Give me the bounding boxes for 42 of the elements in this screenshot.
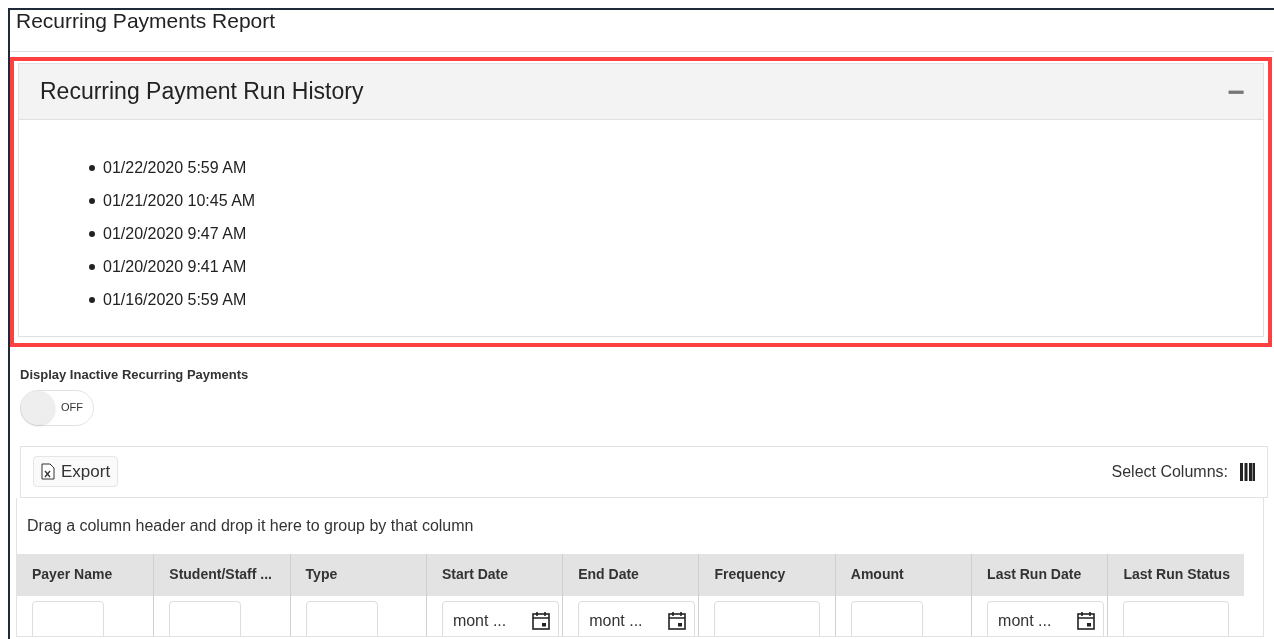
column-header[interactable]: End Date — [562, 553, 699, 596]
column-header[interactable]: Student/Staff ... — [153, 553, 290, 596]
collapse-icon[interactable]: − — [1227, 76, 1245, 107]
toggle-switch[interactable]: OFF — [20, 389, 94, 426]
calendar-icon[interactable] — [668, 611, 687, 630]
export-button[interactable]: Export — [33, 456, 119, 487]
filter-field[interactable] — [169, 600, 242, 636]
bullet-icon — [89, 296, 95, 303]
filter-field[interactable] — [850, 600, 923, 636]
date-filter-field[interactable]: mont ... — [441, 600, 559, 636]
columns-icon[interactable] — [1240, 462, 1255, 481]
column-header[interactable]: Frequency — [698, 553, 835, 596]
column-header[interactable]: Type — [289, 553, 426, 596]
panel-header[interactable]: Recurring Payment Run History − — [19, 64, 1263, 120]
filter-field[interactable] — [32, 600, 104, 636]
filter-field[interactable] — [1123, 600, 1230, 636]
bullet-icon — [89, 263, 95, 270]
column-header[interactable]: Amount — [834, 553, 972, 596]
column-header[interactable]: Last Run Status — [1107, 553, 1244, 596]
column-header[interactable]: Start Date — [425, 553, 563, 596]
run-timestamp: 01/16/2020 5:59 AM — [103, 289, 247, 310]
run-timestamp: 01/20/2020 9:47 AM — [103, 223, 247, 244]
group-hint: Drag a column header and drop it here to group by that column — [27, 515, 474, 536]
bullet-icon — [89, 197, 95, 204]
column-header[interactable]: Payer Name — [17, 553, 154, 596]
panel-title: Recurring Payment Run History — [40, 77, 364, 107]
select-columns-label: Select Columns: — [1111, 461, 1228, 482]
bullet-icon — [89, 230, 95, 237]
run-timestamp: 01/20/2020 9:41 AM — [103, 256, 247, 277]
calendar-icon[interactable] — [531, 611, 550, 630]
bullet-icon — [89, 164, 95, 171]
toggle-label: Display Inactive Recurring Payments — [20, 366, 250, 384]
date-filter-field[interactable]: mont ... — [987, 600, 1105, 636]
page-title: Recurring Payments Report — [16, 9, 276, 32]
run-timestamp: 01/22/2020 5:59 AM — [103, 157, 247, 178]
column-header[interactable]: Last Run Date — [971, 553, 1108, 596]
calendar-icon[interactable] — [1077, 611, 1096, 630]
date-filter-field[interactable]: mont ... — [578, 600, 696, 636]
filter-field[interactable] — [305, 600, 378, 636]
excel-file-icon — [41, 463, 55, 480]
run-timestamp: 01/21/2020 10:45 AM — [103, 190, 256, 211]
filter-field[interactable] — [714, 600, 821, 636]
